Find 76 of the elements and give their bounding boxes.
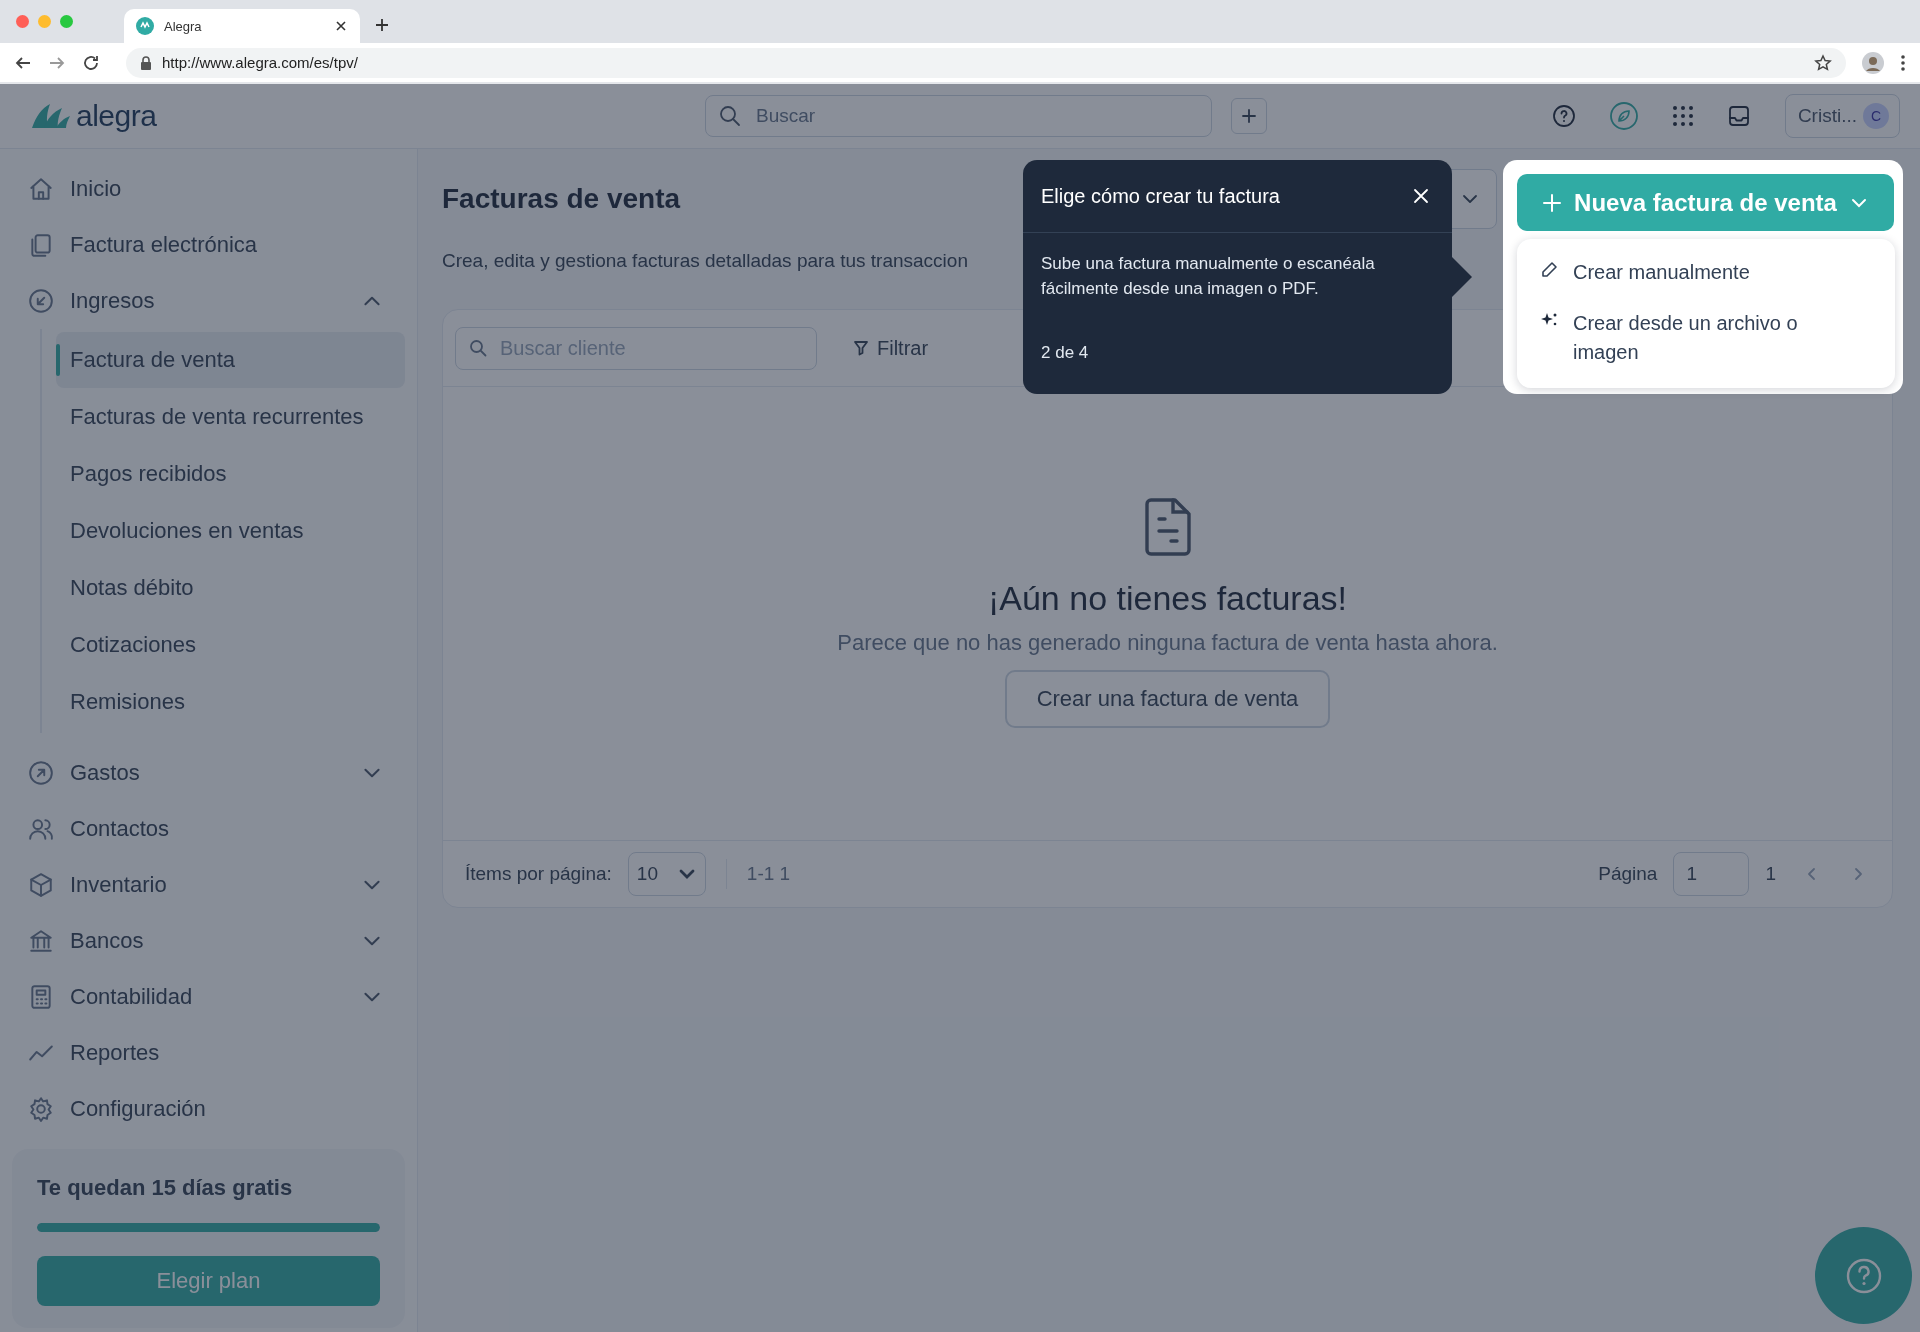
more-icon[interactable]	[1900, 53, 1906, 72]
lock-icon	[140, 55, 152, 70]
url-text: http://www.alegra.com/es/tpv/	[162, 54, 358, 71]
bank-icon	[28, 928, 54, 954]
page-label: Página	[1598, 863, 1658, 885]
user-avatar: C	[1863, 103, 1889, 129]
logo-icon	[30, 102, 72, 130]
sidebar-item[interactable]: Ingresos	[0, 273, 417, 329]
reload-icon[interactable]	[82, 53, 100, 72]
sidebar-item[interactable]: Contabilidad	[0, 969, 417, 1025]
new-tab-icon[interactable]	[374, 17, 390, 33]
page-title: Facturas de venta	[442, 183, 681, 215]
plus-icon	[1542, 192, 1563, 213]
sidebar-item[interactable]: Inicio	[0, 161, 417, 217]
sidebar-item[interactable]: Bancos	[0, 913, 417, 969]
sidebar-item[interactable]: Configuración	[0, 1081, 417, 1137]
page-subtitle: Crea, edita y gestiona facturas detalladas para tus transaccion	[442, 250, 968, 272]
address-bar[interactable]: http://www.alegra.com/es/tpv/	[126, 47, 1846, 78]
items-per-page-label: Ítems por página:	[465, 863, 612, 885]
box-icon	[28, 872, 54, 898]
sidebar-item[interactable]: Gastos	[0, 745, 417, 801]
sidebar-subitem[interactable]: Devoluciones en ventas	[56, 503, 405, 559]
choose-plan-button[interactable]: Elegir plan	[37, 1256, 380, 1306]
sidebar-item[interactable]: Reportes	[0, 1025, 417, 1081]
avatar-icon[interactable]	[1862, 51, 1884, 74]
close-icon[interactable]	[1412, 187, 1430, 205]
sidebar-subitem[interactable]: Remisiones	[56, 674, 405, 730]
tooltip-title: Elige cómo crear tu factura	[1041, 184, 1280, 208]
help-icon[interactable]	[1551, 104, 1576, 128]
settings-icon	[28, 1096, 54, 1122]
search-icon	[469, 338, 487, 357]
step-counter: 2 de 4	[1040, 342, 1090, 363]
sidebar-subitem[interactable]: Facturas de venta recurrentes	[56, 389, 405, 445]
sidebar-subitem[interactable]: Factura de venta	[56, 332, 405, 388]
sidebar-item[interactable]: Factura electrónica	[0, 217, 417, 273]
sidebar-subitem[interactable]: Notas débito	[56, 560, 405, 616]
tooltip-text: Sube una factura manualmente o escanéala fácilmente desde una imagen o PDF.	[1040, 253, 1376, 300]
add-button[interactable]	[1231, 98, 1267, 134]
menu-item[interactable]: Crear manualmente	[1517, 247, 1895, 298]
sidebar-item[interactable]: Inventario	[0, 857, 417, 913]
page-input[interactable]: 1	[1673, 852, 1750, 896]
logo-text: alegra	[76, 99, 157, 133]
empty-state-title: ¡Aún no tienes facturas!	[987, 579, 1348, 618]
empty-state-message: Parece que no has generado ninguna factura de venta hasta ahora.	[837, 630, 1498, 656]
tab-title: Alegra	[164, 18, 203, 34]
calculator-icon	[28, 984, 54, 1010]
user-name: Cristi...	[1797, 105, 1857, 127]
browser-tab[interactable]: Alegra	[124, 9, 360, 43]
user-menu-button[interactable]: Cristi... C	[1784, 94, 1900, 138]
document-icon	[28, 232, 54, 258]
plus-icon	[1241, 108, 1257, 124]
sidebar-subitem[interactable]: Pagos recibidos	[56, 446, 405, 502]
search-icon	[719, 105, 741, 127]
menu-item[interactable]: Crear desde un archivo o imagen	[1517, 298, 1895, 378]
new-invoice-button[interactable]: Nueva factura de venta	[1517, 174, 1894, 231]
apps-grid-icon[interactable]	[1671, 105, 1694, 127]
sidebar-subitem[interactable]: Cotizaciones	[56, 617, 405, 673]
page-size-select[interactable]: 10	[627, 852, 706, 896]
inbox-icon[interactable]	[1726, 104, 1751, 128]
star-icon[interactable]	[1814, 53, 1832, 72]
pencil-icon	[1539, 260, 1559, 280]
filter-icon	[853, 340, 869, 356]
sidebar-item[interactable]: Contactos	[0, 801, 417, 857]
home-icon	[28, 176, 54, 202]
total-pages: 1	[1765, 863, 1776, 885]
create-invoice-button[interactable]: Crear una factura de venta	[1004, 670, 1331, 728]
document-icon	[1142, 497, 1193, 557]
filter-button[interactable]: Filtrar	[853, 336, 929, 360]
trial-text: Te quedan 15 días gratis	[37, 1175, 294, 1201]
arrow-circle-icon	[28, 760, 54, 786]
search-field[interactable]: Buscar	[705, 95, 1212, 137]
arrow-circle-icon	[28, 288, 54, 314]
range-text: 1-1 1	[746, 863, 791, 885]
favicon-icon	[136, 17, 154, 35]
close-icon[interactable]	[334, 19, 348, 33]
people-icon	[28, 816, 54, 842]
